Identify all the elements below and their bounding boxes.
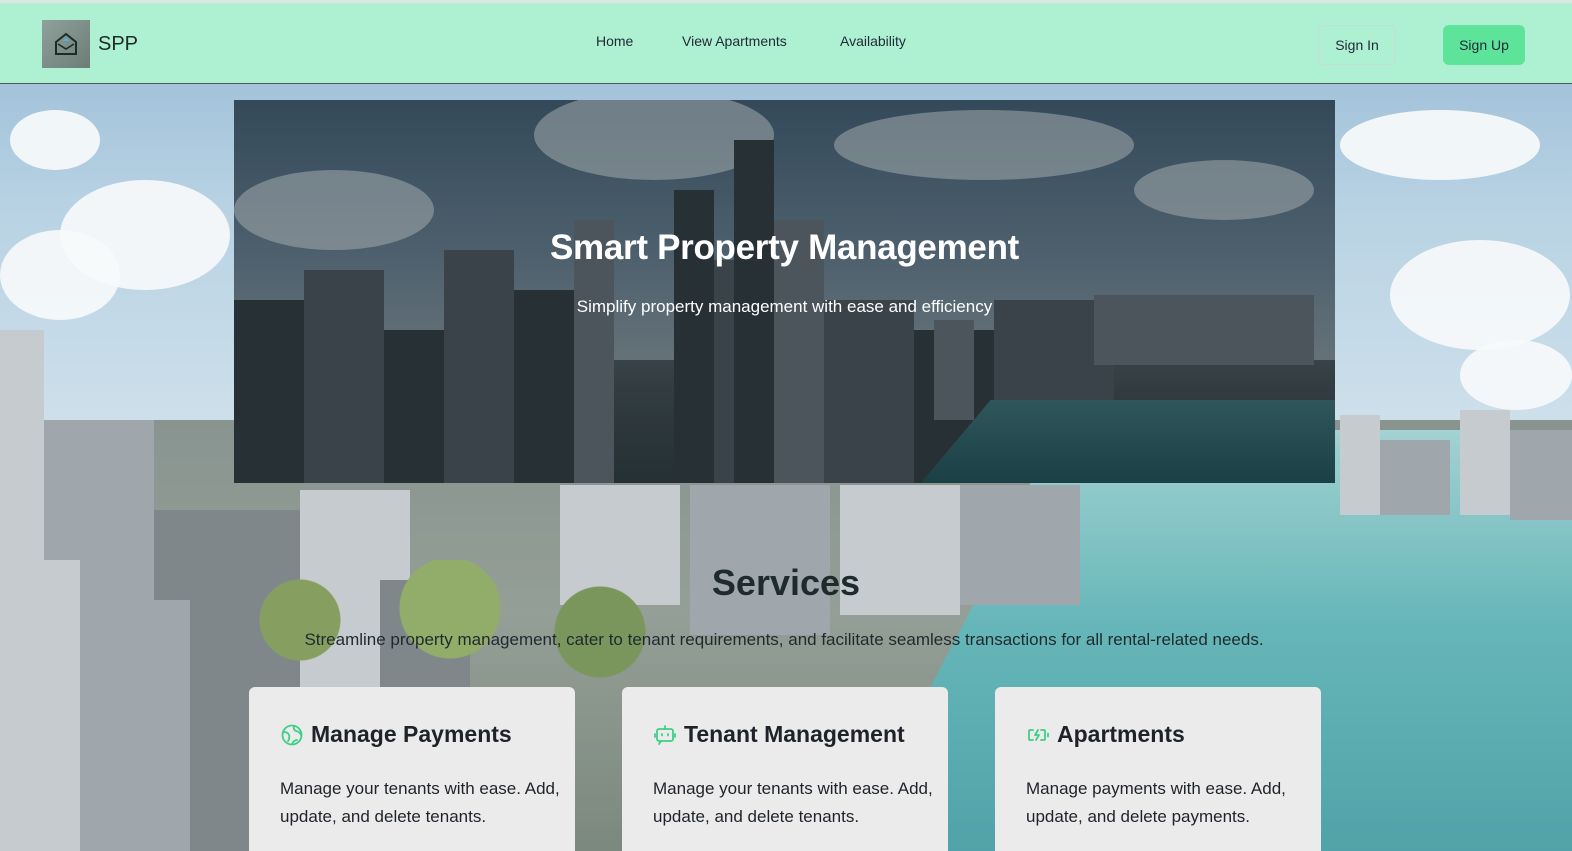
service-card-manage-payments[interactable]: Manage Payments Manage your tenants with…	[249, 687, 575, 851]
hero-title: Smart Property Management	[549, 228, 1020, 267]
card-title: Apartments	[1057, 721, 1185, 747]
nav-link-home[interactable]: Home	[596, 33, 633, 49]
top-navbar: SPP Home View Apartments Availability Si…	[0, 0, 1572, 84]
nav-link-view-apartments[interactable]: View Apartments	[682, 33, 787, 49]
card-description: Manage your tenants with ease. Add, upda…	[653, 779, 933, 826]
hero-subtitle: Simplify property management with ease a…	[576, 297, 993, 316]
card-description: Manage your tenants with ease. Add, upda…	[280, 779, 560, 826]
sign-up-button[interactable]: Sign Up	[1443, 25, 1525, 65]
card-description: Manage payments with ease. Add, update, …	[1026, 779, 1286, 826]
nav-link-availability[interactable]: Availability	[840, 33, 906, 49]
card-title: Tenant Management	[684, 721, 905, 747]
chat-bot-icon	[653, 723, 677, 747]
services-heading: Services	[711, 562, 861, 603]
card-title: Manage Payments	[311, 721, 512, 747]
service-card-apartments[interactable]: Apartments Manage payments with ease. Ad…	[995, 687, 1321, 851]
sign-in-button[interactable]: Sign In	[1318, 25, 1396, 65]
services-description: Streamline property management, cater to…	[304, 630, 1264, 649]
hero-banner: Smart Property Management Simplify prope…	[234, 100, 1335, 483]
service-card-tenant-management[interactable]: Tenant Management Manage your tenants wi…	[622, 687, 948, 851]
battery-charging-icon	[1026, 723, 1050, 747]
globe-icon	[280, 723, 304, 747]
